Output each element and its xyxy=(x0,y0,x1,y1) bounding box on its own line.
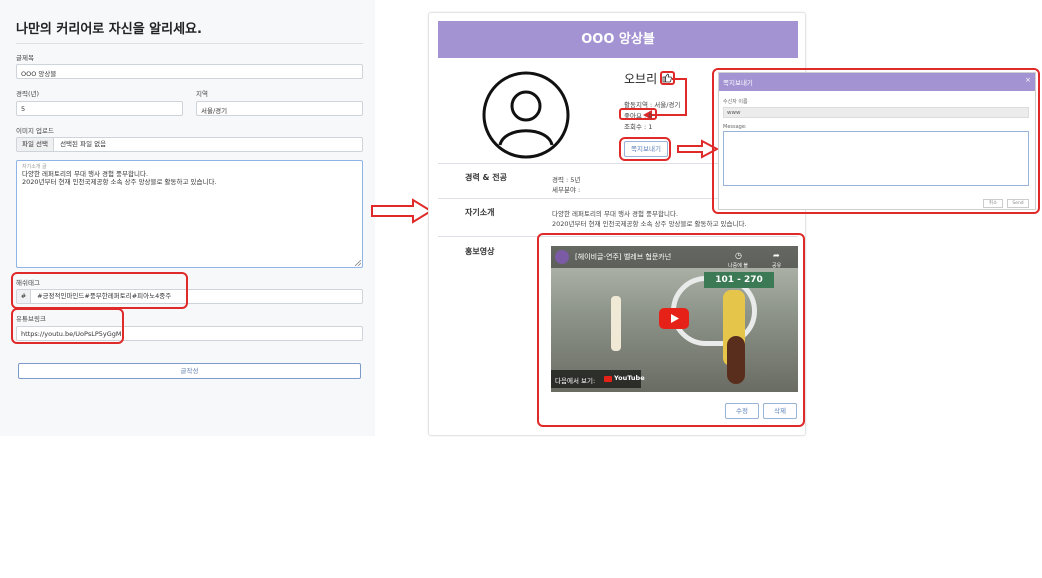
career-input[interactable]: 5 xyxy=(16,101,183,116)
message-modal: 쪽지보내기 × 수신자 이름 www Message: 취소 Send xyxy=(718,72,1036,210)
file-status: 선택된 파일 없음 xyxy=(60,140,107,148)
message-textarea[interactable] xyxy=(723,131,1029,186)
modal-cancel-button[interactable]: 취소 xyxy=(983,199,1003,208)
highlight-youtube xyxy=(11,308,124,344)
modal-title: 쪽지보내기 xyxy=(723,79,753,87)
profile-views: 조회수 : 1 xyxy=(624,123,653,131)
arrow-right-icon xyxy=(371,198,433,224)
highlight-likes xyxy=(619,108,657,120)
file-input[interactable]: 파일 선택 선택된 파일 없음 xyxy=(16,137,363,152)
recipient-input[interactable]: www xyxy=(723,107,1029,118)
region-input[interactable]: 서울/경기 xyxy=(196,101,363,116)
file-choose-button[interactable]: 파일 선택 xyxy=(17,138,54,151)
recipient-label: 수신자 이름 xyxy=(723,99,748,105)
intro-textarea[interactable]: 자기소개 글 다양한 레퍼토리의 무대 행사 경험 풍부합니다. 2020년부터… xyxy=(16,160,363,268)
modal-send-button[interactable]: Send xyxy=(1007,199,1029,208)
title-input[interactable]: OOO 앙상블 xyxy=(16,64,363,79)
highlight-message-button xyxy=(619,137,671,161)
divider xyxy=(16,43,363,44)
message-label: Message: xyxy=(723,124,747,130)
form-title: 나만의 커리어로 자신을 알리세요. xyxy=(16,22,202,37)
avatar-icon xyxy=(482,71,570,159)
career-label: 경력(년) xyxy=(16,90,40,98)
career-years: 경력 : 5년 xyxy=(552,176,581,184)
video-heading: 홍보영상 xyxy=(465,247,495,256)
region-label: 지역 xyxy=(196,90,208,98)
intro-line: 2020년부터 현재 인천국제공항 소속 상주 앙상블로 활동하고 있습니다. xyxy=(22,178,217,186)
highlight-video-section xyxy=(537,233,805,427)
intro-text-line: 다양한 레퍼토리의 무대 행사 경험 풍부합니다. xyxy=(552,210,679,218)
image-upload-label: 이미지 업로드 xyxy=(16,127,54,135)
career-heading: 경력 & 전공 xyxy=(465,173,507,182)
intro-text-line: 2020년부터 현재 인천국제공항 소속 상주 앙상블로 활동하고 있습니다. xyxy=(552,220,747,228)
career-field: 세부분야 : xyxy=(552,186,581,194)
title-label: 글제목 xyxy=(16,54,34,62)
intro-heading: 자기소개 xyxy=(465,208,495,217)
submit-button[interactable]: 글작성 xyxy=(18,363,361,379)
modal-close-icon[interactable]: × xyxy=(1025,76,1031,84)
resize-handle-icon[interactable] xyxy=(355,260,361,266)
modal-header xyxy=(719,73,1035,91)
highlight-hashtag xyxy=(11,272,188,309)
intro-line: 다양한 레퍼토리의 무대 행사 경험 풍부합니다. xyxy=(22,170,149,178)
profile-banner: OOO 앙상블 xyxy=(438,21,798,58)
